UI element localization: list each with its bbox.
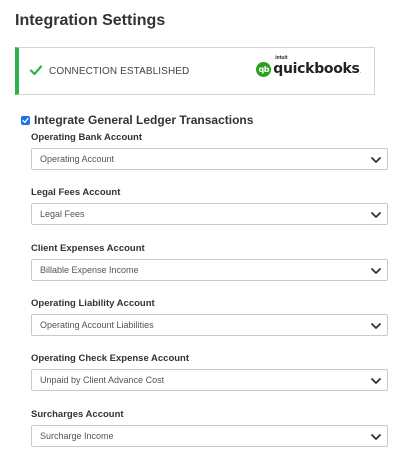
- quickbooks-badge-icon: qb: [256, 61, 272, 77]
- quickbooks-logo-text: quickbooks: [273, 61, 360, 77]
- chevron-down-icon: [371, 212, 381, 218]
- chevron-down-icon: [371, 157, 381, 163]
- connection-status-text: CONNECTION ESTABLISHED: [49, 66, 190, 77]
- intuit-logo-text: intuit: [275, 55, 288, 61]
- operating-bank-account-label: Operating Bank Account: [31, 132, 143, 143]
- chevron-down-icon: [371, 378, 381, 384]
- checkmark-icon: [29, 65, 43, 76]
- select-value: Legal Fees: [40, 209, 85, 219]
- select-value: Operating Account: [40, 154, 115, 164]
- client-expenses-account-label: Client Expenses Account: [31, 243, 145, 254]
- chevron-down-icon: [371, 434, 381, 440]
- operating-check-expense-account-label: Operating Check Expense Account: [31, 353, 190, 364]
- gl-integration-row: Integrate General Ledger Transactions: [21, 113, 253, 127]
- surcharges-account-select[interactable]: Surcharge Income: [31, 425, 388, 447]
- connection-status-banner: CONNECTION ESTABLISHED qb intuit quickbo…: [15, 47, 375, 95]
- legal-fees-account-select[interactable]: Legal Fees: [31, 203, 388, 225]
- operating-check-expense-account-select[interactable]: Unpaid by Client Advance Cost: [31, 369, 388, 391]
- check-icon: [22, 117, 29, 123]
- operating-bank-account-select[interactable]: Operating Account: [31, 148, 388, 170]
- logo-dot: .: [359, 69, 361, 75]
- select-value: Unpaid by Client Advance Cost: [40, 375, 165, 385]
- surcharges-account-label: Surcharges Account: [31, 409, 124, 420]
- select-value: Billable Expense Income: [40, 265, 139, 275]
- chevron-down-icon: [371, 323, 381, 329]
- operating-liability-account-label: Operating Liability Account: [31, 298, 155, 309]
- operating-liability-account-select[interactable]: Operating Account Liabilities: [31, 314, 388, 336]
- client-expenses-account-select[interactable]: Billable Expense Income: [31, 259, 388, 281]
- select-value: Operating Account Liabilities: [40, 320, 154, 330]
- page-title: Integration Settings: [15, 12, 166, 29]
- legal-fees-account-label: Legal Fees Account: [31, 187, 121, 198]
- quickbooks-logo: qb intuit quickbooks.: [256, 56, 361, 77]
- gl-integration-label: Integrate General Ledger Transactions: [34, 113, 254, 127]
- chevron-down-icon: [371, 268, 381, 274]
- gl-integration-checkbox[interactable]: [21, 115, 30, 125]
- select-value: Surcharge Income: [40, 431, 114, 441]
